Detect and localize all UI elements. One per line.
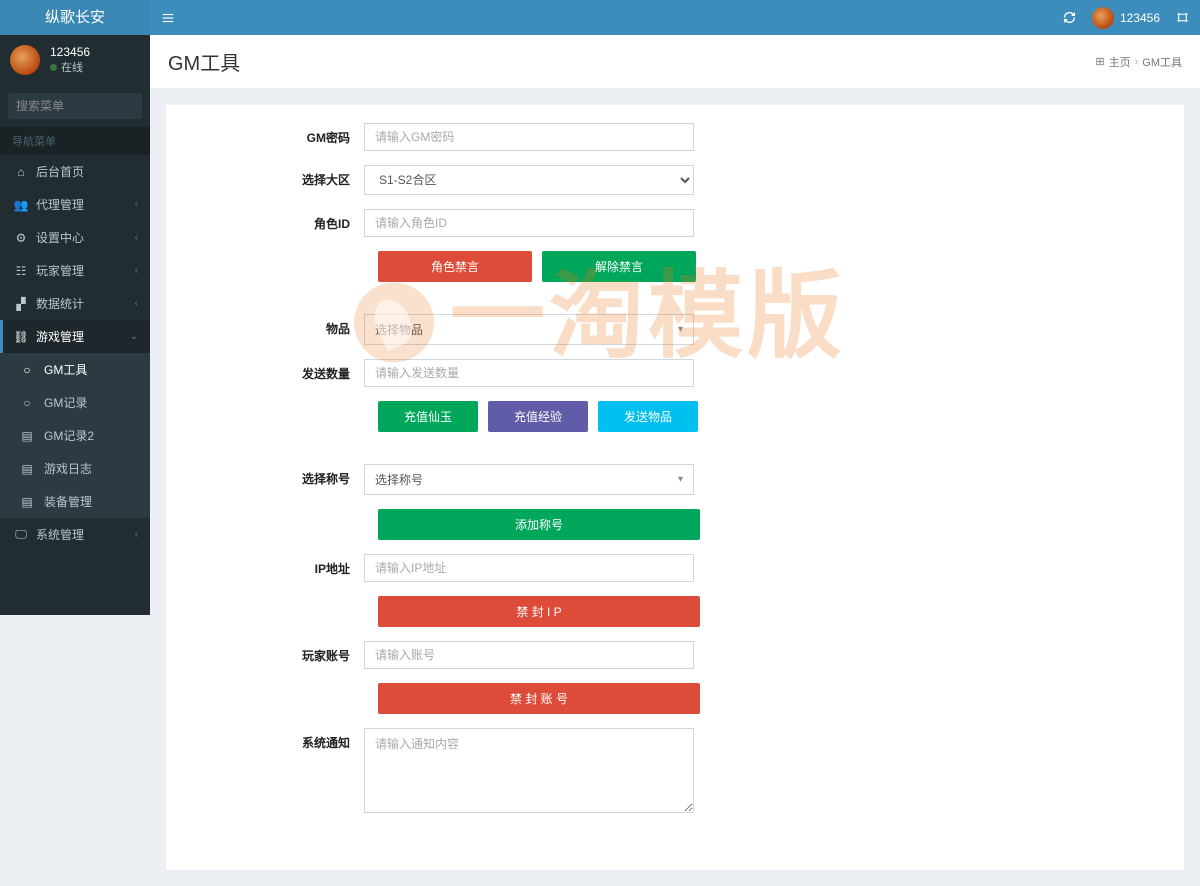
caret-down-icon: ▾ [678,474,683,485]
circle-icon: ○ [18,363,36,377]
breadcrumb-home[interactable]: 主页 [1109,54,1131,70]
sidebar-subitem-gamelog[interactable]: ▤游戏日志 [0,452,150,485]
input-gm-password[interactable] [364,123,694,151]
settings-icon[interactable] [1174,10,1190,26]
chevron-left-icon: ‹ [135,298,138,309]
menu-section-header: 导航菜单 [0,127,150,155]
chart-icon: ▞ [12,297,30,311]
dashboard-icon: ⊞ [1095,55,1104,68]
gear-icon: ⚙ [12,231,30,245]
label-item: 物品 [184,314,364,337]
label-title-select: 选择称号 [184,464,364,487]
sidebar-toggle[interactable] [150,0,185,35]
sidebar-item-players[interactable]: ☷ 玩家管理 ‹ [0,254,150,287]
header-user[interactable]: 123456 [1092,7,1160,29]
sidebar-item-home[interactable]: ⌂ 后台首页 [0,155,150,188]
user-name: 123456 [50,45,90,59]
btn-role-ban[interactable]: 角色禁言 [378,251,532,282]
breadcrumb: ⊞ 主页 › GM工具 [1095,54,1182,70]
link-icon: ⛓ [12,330,30,344]
sidebar-item-stats[interactable]: ▞ 数据统计 ‹ [0,287,150,320]
avatar-icon [1092,7,1114,29]
chevron-down-icon: ⌄ [130,331,138,342]
header-username: 123456 [1120,11,1160,25]
caret-down-icon: ▾ [678,324,683,335]
list-icon: ▤ [18,495,36,509]
sidebar-subitem-gmlog2[interactable]: ▤GM记录2 [0,419,150,452]
btn-charge-exp[interactable]: 充值经验 [488,401,588,432]
chevron-left-icon: ‹ [135,199,138,210]
label-send-qty: 发送数量 [184,359,364,382]
sidebar-item-system[interactable]: 🖵 系统管理 ‹ [0,518,150,551]
list-icon: ▤ [18,462,36,476]
player-icon: ☷ [12,264,30,278]
select-zone[interactable]: S1-S2合区 [364,165,694,195]
sidebar-item-agent[interactable]: 👥 代理管理 ‹ [0,188,150,221]
chevron-left-icon: ‹ [135,265,138,276]
home-icon: ⌂ [12,165,30,179]
sidebar-search [8,93,142,119]
users-icon: 👥 [12,198,30,212]
page-title: GM工具 [168,47,240,76]
btn-ban-ip[interactable]: 禁 封 I P [378,596,700,627]
input-account[interactable] [364,641,694,669]
user-status: 在线 [50,59,90,75]
avatar-icon [10,45,40,75]
label-notice: 系统通知 [184,728,364,751]
btn-charge-jade[interactable]: 充值仙玉 [378,401,478,432]
label-gm-password: GM密码 [184,123,364,146]
input-ip[interactable] [364,554,694,582]
user-panel: 123456 在线 [0,35,150,85]
chevron-right-icon: › [1135,56,1139,68]
refresh-icon[interactable] [1062,10,1078,26]
btn-send-item[interactable]: 发送物品 [598,401,698,432]
select-item[interactable]: 选择物品 ▾ [364,314,694,345]
search-input[interactable] [8,93,150,119]
btn-add-title[interactable]: 添加称号 [378,509,700,540]
btn-ban-account[interactable]: 禁 封 账 号 [378,683,700,714]
select-title[interactable]: 选择称号 ▾ [364,464,694,495]
label-zone: 选择大区 [184,165,364,188]
chevron-left-icon: ‹ [135,232,138,243]
label-role-id: 角色ID [184,209,364,232]
breadcrumb-current: GM工具 [1142,54,1182,70]
circle-icon: ○ [18,396,36,410]
monitor-icon: 🖵 [12,527,30,542]
brand-logo[interactable]: 纵歌长安 [0,0,150,35]
sidebar-subitem-gmtool[interactable]: ○GM工具 [0,353,150,386]
label-account: 玩家账号 [184,641,364,664]
chevron-left-icon: ‹ [135,529,138,540]
list-icon: ▤ [18,429,36,443]
label-ip: IP地址 [184,554,364,577]
sidebar-subitem-gmlog[interactable]: ○GM记录 [0,386,150,419]
input-role-id[interactable] [364,209,694,237]
btn-role-unban[interactable]: 解除禁言 [542,251,696,282]
textarea-notice[interactable] [364,728,694,813]
status-dot-icon [50,64,57,71]
sidebar-item-settings[interactable]: ⚙ 设置中心 ‹ [0,221,150,254]
sidebar-item-game[interactable]: ⛓ 游戏管理 ⌄ [0,320,150,353]
sidebar-subitem-equip[interactable]: ▤装备管理 [0,485,150,518]
input-send-qty[interactable] [364,359,694,387]
